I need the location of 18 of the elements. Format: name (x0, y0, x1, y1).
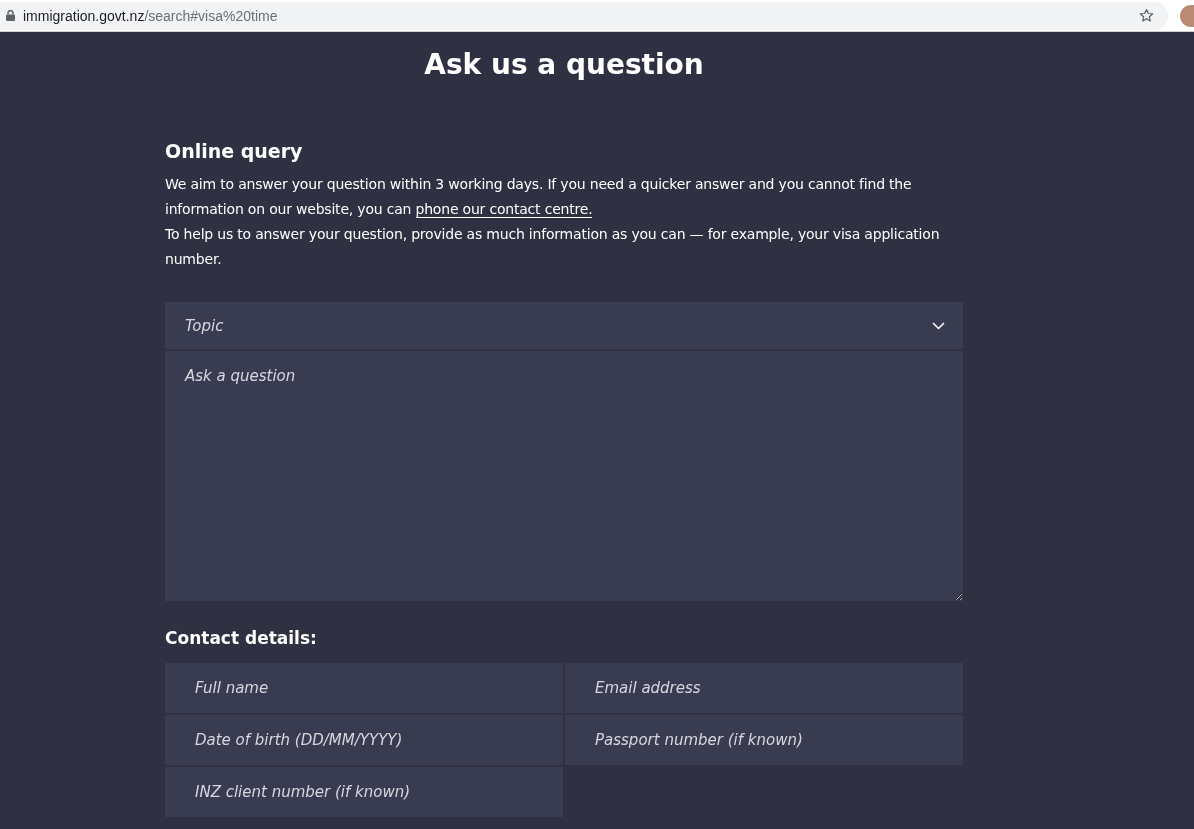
section-heading: Contact details: (165, 627, 318, 649)
contact-centre-link[interactable]: phone our contact centre. (415, 201, 593, 218)
lock-icon (6, 10, 15, 21)
topic-select[interactable]: Topic (165, 302, 963, 349)
paragraph: To help us to answer your question, provide as much information as you can — for example, your visa application number. (165, 225, 941, 269)
section-heading: Online query (165, 139, 304, 164)
input-field[interactable]: Passport number (if known) (565, 715, 963, 765)
profile-avatar[interactable] (1180, 4, 1194, 27)
input-field[interactable]: INZ client number (if known) (165, 767, 563, 817)
address-bar[interactable]: immigration.govt.nz/search#visa%20time (0, 1, 1168, 30)
paragraph: We aim to answer your question within 3 working days. If you need a quicker answer and you cannot find the information on our website, you can phone our contact centre. (165, 175, 913, 220)
page-title: Ask us a question (423, 48, 705, 82)
input-field[interactable]: Full name (165, 663, 563, 713)
bookmark-star-icon[interactable] (1139, 8, 1154, 23)
input-field[interactable]: Email address (565, 663, 963, 713)
input-field[interactable]: Date of birth (DD/MM/YYYY) (165, 715, 563, 765)
question-textarea[interactable]: Ask a question (165, 351, 963, 601)
chevron-down-icon (932, 321, 945, 330)
